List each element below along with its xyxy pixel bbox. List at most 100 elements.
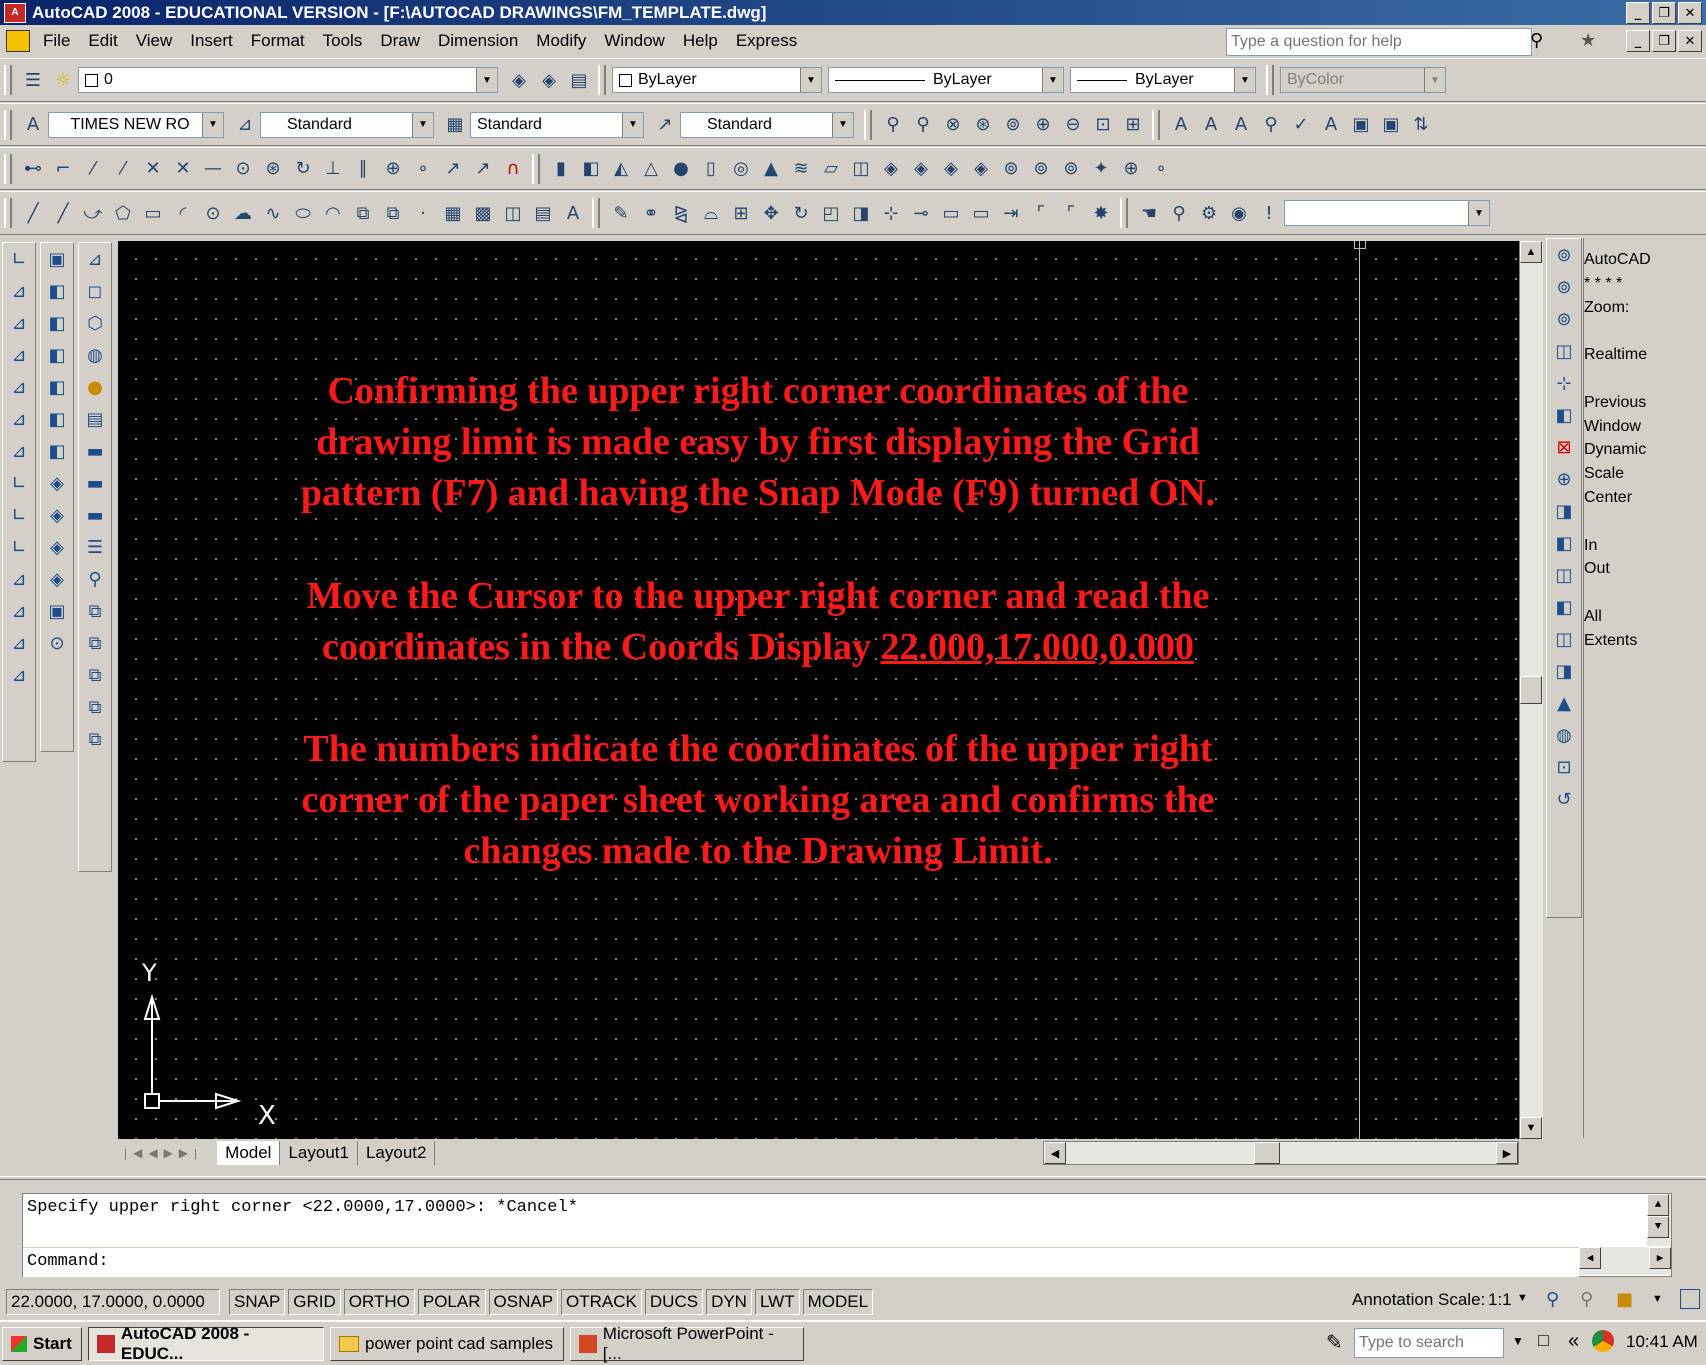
linear-dim-icon[interactable]: ⊷ — [20, 156, 46, 182]
erase-icon[interactable]: ✎ — [608, 200, 634, 226]
autocad-app-icon[interactable]: A — [4, 2, 26, 23]
orbit-icon[interactable]: ⊙ — [43, 627, 71, 659]
edit-text-icon[interactable]: A — [1228, 112, 1254, 138]
zoom-center-tool-icon[interactable]: ◧ — [1550, 399, 1578, 431]
cmd-scroll-right[interactable]: ▶ — [1649, 1247, 1671, 1269]
search-icon[interactable]: ⚲ — [1530, 30, 1543, 51]
scroll-down-button[interactable]: ▼ — [1520, 1117, 1542, 1139]
2d-wireframe-icon[interactable]: ⊿ — [81, 243, 109, 275]
right-view-icon[interactable]: ◧ — [43, 371, 71, 403]
join-icon[interactable]: ⇥ — [998, 200, 1024, 226]
radius-dim-icon[interactable]: ✕ — [140, 156, 166, 182]
annotation-scale-dropdown-icon[interactable]: ▼ — [1517, 1292, 1528, 1304]
menu-draw[interactable]: Draw — [371, 31, 429, 51]
menu-edit[interactable]: Edit — [79, 31, 126, 51]
menu-file[interactable]: File — [34, 31, 79, 51]
command-input[interactable]: Command: — [23, 1247, 1579, 1277]
taskbar-search-input[interactable] — [1354, 1328, 1504, 1358]
sw-iso-icon[interactable]: ◈ — [43, 467, 71, 499]
ucs-object-icon[interactable]: ⊿ — [5, 371, 33, 403]
dim-style-dropdown[interactable]: Standard ▼ — [470, 111, 644, 138]
document-icon[interactable] — [6, 30, 30, 52]
scale-icon[interactable]: ◰ — [818, 200, 844, 226]
visual-styles-manager-icon[interactable]: ▤ — [81, 403, 109, 435]
center-mark-icon[interactable]: ⊕ — [380, 156, 406, 182]
3d-hidden-icon[interactable]: ⬡ — [81, 307, 109, 339]
loft-icon[interactable]: ◈ — [968, 156, 994, 182]
menu-insert[interactable]: Insert — [181, 31, 242, 51]
continue-dim-icon[interactable]: ⊥ — [320, 156, 346, 182]
zoom-option-scale[interactable]: Scale — [1584, 462, 1704, 486]
se-iso-icon[interactable]: ◈ — [43, 499, 71, 531]
ucs-3point-icon[interactable]: ∟ — [5, 499, 33, 531]
table-style-icon[interactable]: ▦ — [442, 112, 468, 138]
zoom-scale-tool-icon[interactable]: ⊹ — [1550, 367, 1578, 399]
zoom-all-icon[interactable]: ⊡ — [1090, 112, 1116, 138]
cmd-scroll-down[interactable]: ▼ — [1647, 1216, 1669, 1238]
tolerance-icon[interactable]: ∥ — [350, 156, 376, 182]
annotation-scale-value[interactable]: 1:1 — [1488, 1290, 1512, 1310]
close-button[interactable]: ✕ — [1678, 2, 1702, 24]
ucs-y-icon[interactable]: ⊿ — [5, 563, 33, 595]
ucs-icon[interactable]: ∟ — [5, 243, 33, 275]
diameter-dim-icon[interactable]: ✕ — [170, 156, 196, 182]
ucs-apply-icon[interactable]: ⊿ — [5, 627, 33, 659]
ruler-icon[interactable]: ▬ — [81, 435, 109, 467]
3d-orbit-tool-icon[interactable]: ◧ — [1550, 591, 1578, 623]
find-replace-icon[interactable]: ⚲ — [1258, 112, 1284, 138]
dim-edit-icon[interactable]: ∘ — [410, 156, 436, 182]
menu-tools[interactable]: Tools — [314, 31, 372, 51]
explode-icon[interactable]: ✸ — [1088, 200, 1114, 226]
lwt-toggle[interactable]: LWT — [754, 1289, 800, 1315]
polysolid-icon[interactable]: ▮ — [548, 156, 574, 182]
array-icon[interactable]: ⊞ — [728, 200, 754, 226]
text-style-tool-icon[interactable]: A — [1318, 112, 1344, 138]
inquiry-icon[interactable]: ⚲ — [81, 563, 109, 595]
command-window[interactable]: Specify upper right corner <22.0000,17.0… — [22, 1193, 1672, 1277]
stretch-icon[interactable]: ◨ — [848, 200, 874, 226]
task-powerpoint[interactable]: Microsoft PowerPoint - [... — [570, 1324, 804, 1363]
zoom-dynamic-tool-icon[interactable]: ◫ — [1550, 335, 1578, 367]
zoom-option-dynamic[interactable]: Dynamic — [1584, 438, 1704, 462]
dim-update-icon[interactable]: ↗ — [470, 156, 496, 182]
cone-icon[interactable]: △ — [638, 156, 664, 182]
annotation-visibility-icon[interactable]: ⚲ — [1546, 1289, 1559, 1310]
layer-previous-icon[interactable]: ◈ — [536, 67, 562, 93]
cylinder-icon[interactable]: ▯ — [698, 156, 724, 182]
magnet-icon[interactable]: ∩ — [500, 156, 526, 182]
draw-order-front-icon[interactable]: ⧉ — [81, 627, 109, 659]
spline-icon[interactable]: ∿ — [260, 200, 286, 226]
region-icon[interactable]: ◫ — [500, 200, 526, 226]
polygon-icon[interactable]: ⬠ — [110, 200, 136, 226]
zoom-dynamic-icon[interactable]: ⊛ — [970, 112, 996, 138]
quick-dim-icon[interactable]: ⊛ — [260, 156, 286, 182]
markup-icon[interactable]: ! — [1256, 200, 1282, 226]
zoom-option-out[interactable]: Out — [1584, 557, 1704, 581]
walk-tool-icon[interactable]: ▲ — [1550, 687, 1578, 719]
3d-rotate-icon[interactable]: ⊕ — [1118, 156, 1144, 182]
polyline-icon[interactable]: ⤻ — [80, 200, 106, 226]
layer-dropdown[interactable]: 0 ▼ — [78, 67, 498, 93]
torus-icon[interactable]: ◎ — [728, 156, 754, 182]
horizontal-scroll-thumb[interactable] — [1254, 1142, 1280, 1164]
aligned-dim-icon[interactable]: ⌐ — [50, 156, 76, 182]
3d-wireframe-icon[interactable]: ◻ — [81, 275, 109, 307]
dyn-toggle[interactable]: DYN — [706, 1289, 752, 1315]
zoom-all-tool-icon[interactable]: ◧ — [1550, 527, 1578, 559]
extend-icon[interactable]: ⊸ — [908, 200, 934, 226]
scroll-left-button[interactable]: ◀ — [1044, 1142, 1066, 1164]
doc-minimize-button[interactable]: _ — [1626, 30, 1650, 52]
linetype-dropdown[interactable]: ByLayer ▼ — [828, 67, 1064, 93]
menu-format[interactable]: Format — [242, 31, 314, 51]
layer-manager-icon[interactable]: ☰ — [20, 67, 46, 93]
ucs-world-icon[interactable]: ⊿ — [5, 275, 33, 307]
color-dropdown[interactable]: ByLayer ▼ — [612, 67, 822, 93]
rotate-icon[interactable]: ↻ — [788, 200, 814, 226]
multileader-style-icon[interactable]: ↗ — [652, 112, 678, 138]
zoom-out-tool-icon[interactable]: ◨ — [1550, 495, 1578, 527]
osnap-toggle[interactable]: OSNAP — [488, 1289, 559, 1315]
left-view-icon[interactable]: ◧ — [43, 339, 71, 371]
draw-order-back-icon[interactable]: ⧉ — [81, 659, 109, 691]
zoom-option-all[interactable]: All — [1584, 605, 1704, 629]
3d-free-orbit-icon[interactable]: ◫ — [1550, 623, 1578, 655]
